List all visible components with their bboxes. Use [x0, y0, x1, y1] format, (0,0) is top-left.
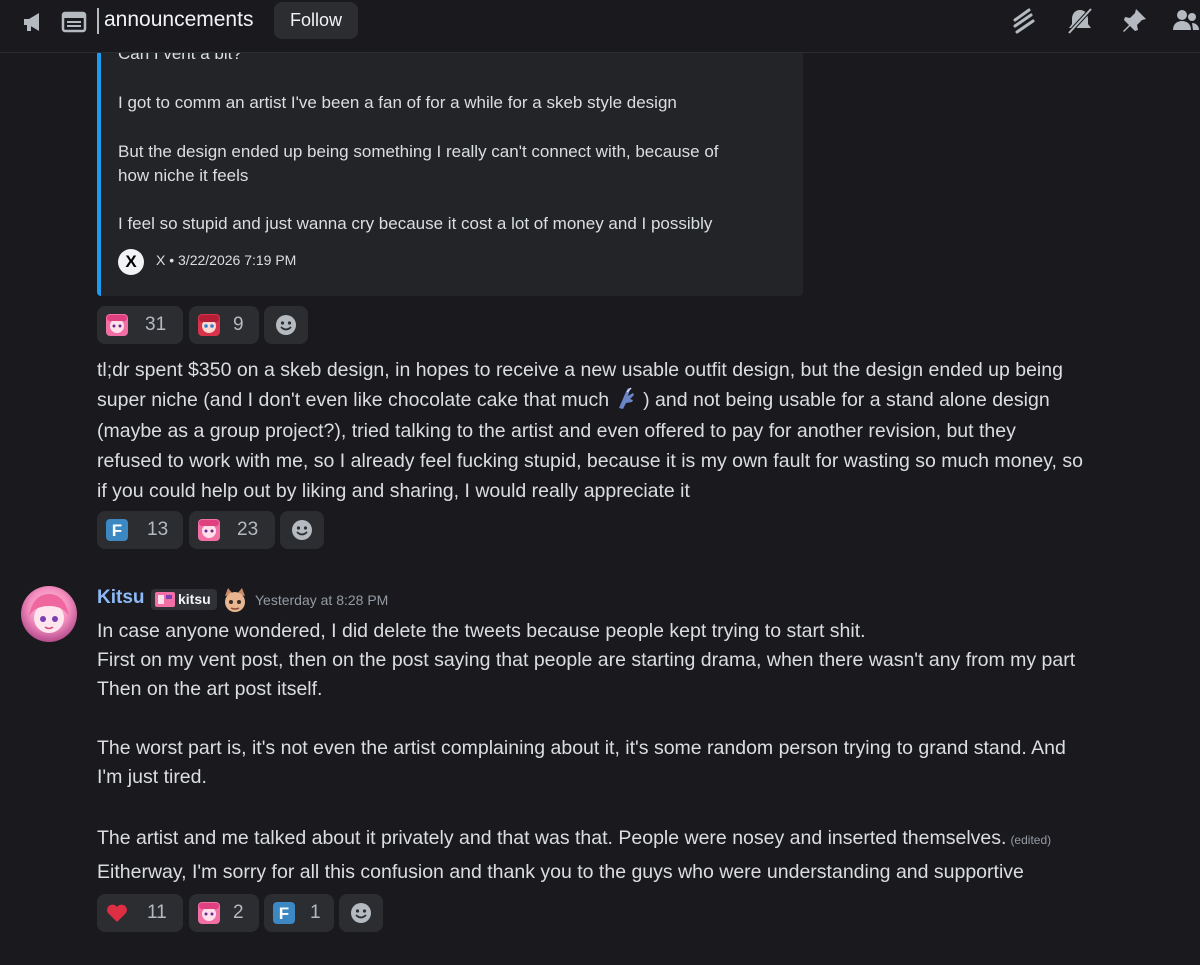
channel-name: announcements [104, 8, 254, 31]
message-line: refused to work with me, so I already fe… [97, 450, 1083, 472]
pink-anime-girl-emoji [198, 902, 220, 924]
avatar[interactable] [21, 586, 77, 642]
blue-f-emoji: F [106, 519, 128, 541]
reaction-button[interactable]: 9 [189, 306, 259, 344]
header-divider [97, 8, 99, 34]
pointing-hand-emoji [619, 387, 635, 409]
add-reaction-button[interactable] [280, 511, 324, 549]
x-logo-icon: X [118, 249, 144, 275]
channel-header: announcements Follow [0, 0, 1200, 53]
message-line: tl;dr spent $350 on a skeb design, in ho… [97, 359, 1063, 381]
message-text: The artist and me talked about it privat… [97, 827, 1007, 849]
channel-type-icon [61, 11, 87, 33]
embed-line: I got to comm an artist I've been a fan … [118, 93, 677, 112]
add-reaction-button[interactable] [264, 306, 308, 344]
blue-f-emoji: F [273, 902, 295, 924]
message-text: ) and not being usable for a stand alone… [643, 389, 1050, 411]
reaction-button[interactable]: 11 [97, 894, 183, 932]
message-line: if you could help out by liking and shar… [97, 480, 690, 502]
add-reaction-icon [292, 520, 312, 540]
reaction-count: 31 [145, 314, 167, 335]
message-line: First on my vent post, then on the post … [97, 649, 1076, 671]
message-line: (maybe as a group project?), tried talki… [97, 420, 1016, 442]
reaction-count: 1 [310, 902, 321, 923]
embed-line: But the design ended up being something … [118, 142, 719, 161]
pink-anime-girl-emoji [198, 519, 220, 541]
reaction-button[interactable]: 31 [97, 306, 183, 344]
message-line: Then on the art post itself. [97, 678, 323, 700]
message-text: super niche (and I don't even like choco… [97, 389, 610, 411]
edited-label: (edited) [1010, 833, 1052, 847]
threads-icon[interactable] [1009, 6, 1039, 36]
reaction-count: 13 [147, 519, 169, 540]
role-tag-label: kitsu [178, 591, 211, 607]
message-line: I'm just tired. [97, 766, 207, 788]
reaction-button[interactable]: F 13 [97, 511, 183, 549]
username[interactable]: Kitsu [97, 587, 145, 609]
reaction-button[interactable]: 2 [189, 894, 259, 932]
pink-anime-girl-emoji [106, 314, 128, 336]
embed-footer-text: X • 3/22/2026 7:19 PM [156, 252, 297, 268]
reaction-count: 9 [233, 314, 244, 335]
reaction-count: 11 [147, 902, 167, 923]
add-reaction-icon [276, 315, 296, 335]
red-hair-girl-emoji [198, 314, 220, 336]
reaction-button[interactable]: 23 [189, 511, 275, 549]
message-line-with-emoji: super niche (and I don't even like choco… [97, 385, 1050, 415]
embed-line: how niche it feels [118, 166, 249, 185]
role-tag-icon [155, 592, 175, 607]
member-list-icon[interactable] [1170, 6, 1200, 36]
role-tag[interactable]: kitsu [151, 589, 217, 610]
megaphone-icon [24, 13, 39, 31]
notifications-muted-icon[interactable] [1065, 6, 1095, 36]
message-line: Eitherway, I'm sorry for all this confus… [97, 861, 1024, 883]
reaction-count: 23 [237, 519, 259, 540]
avatar-image [29, 594, 69, 633]
message-line: In case anyone wondered, I did delete th… [97, 620, 866, 642]
message-line: The worst part is, it's not even the art… [97, 737, 1066, 759]
message-line-edited: The artist and me talked about it privat… [97, 823, 1051, 855]
add-reaction-button[interactable] [339, 894, 383, 932]
message-timestamp: Yesterday at 8:28 PM [255, 592, 389, 608]
f-letter: F [279, 904, 289, 923]
pin-icon[interactable] [1119, 6, 1149, 36]
reaction-button[interactable]: F 1 [264, 894, 334, 932]
tweet-embed[interactable]: Can I vent a bit? I got to comm an artis… [97, 30, 803, 296]
follow-button[interactable]: Follow [274, 2, 358, 39]
embed-accent-bar [97, 30, 101, 296]
cat-girl-badge-emoji [225, 588, 245, 612]
reaction-count: 2 [233, 902, 244, 923]
embed-line: I feel so stupid and just wanna cry beca… [118, 214, 713, 233]
red-heart-emoji [107, 904, 127, 922]
add-reaction-icon [351, 903, 371, 923]
f-letter: F [112, 521, 122, 540]
